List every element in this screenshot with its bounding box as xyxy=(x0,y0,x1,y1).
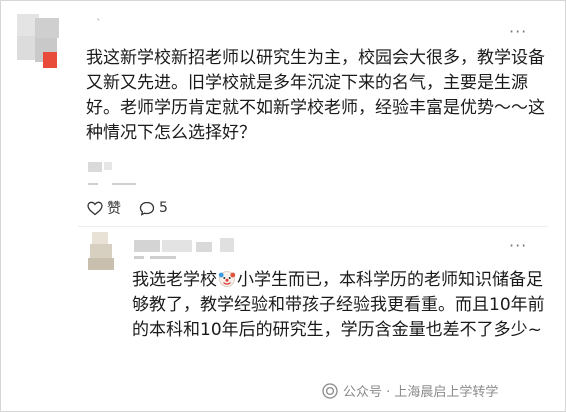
watermark-text: 公众号 · 上海晨启上学转学 xyxy=(343,385,499,400)
blurred-meta xyxy=(88,162,102,172)
post-author-name-blurred: ` xyxy=(96,17,102,30)
blurred-reply-meta xyxy=(134,256,144,259)
blurred-meta xyxy=(88,183,98,185)
watermark: 公众号 · 上海晨启上学转学 xyxy=(322,381,498,400)
reply-text-part-1: 我选老学校 xyxy=(132,270,217,290)
comment-bubble-icon xyxy=(139,201,155,216)
reply-author-avatar[interactable] xyxy=(86,232,122,270)
heart-outline-icon xyxy=(87,201,103,215)
like-label: 赞 xyxy=(107,201,121,217)
wechat-official-account-icon xyxy=(322,382,338,399)
comment-button[interactable]: 5 xyxy=(139,200,168,216)
blurred-meta xyxy=(112,183,136,185)
post-more-icon[interactable]: ··· xyxy=(509,22,527,41)
blurred-reply-name xyxy=(162,240,192,252)
blurred-reply-name xyxy=(196,242,212,252)
comment-count: 5 xyxy=(159,200,168,216)
post-author-avatar[interactable] xyxy=(17,14,59,68)
like-button[interactable]: 赞 xyxy=(87,198,121,218)
post-actions-bar: 赞 5 xyxy=(87,198,186,218)
blurred-reply-name xyxy=(220,238,234,252)
blurred-reply-meta xyxy=(150,256,176,259)
reply-body-text: 我选老学校 小学生而已，本科学历的老师知识储备足够教了，教学经验和带孩子经验我更… xyxy=(132,268,552,343)
reply-more-icon[interactable]: ··· xyxy=(509,236,527,255)
post-body-text: 我这新学校新招老师以研究生为主，校园会大很多，教学设备又新又先进。旧学校就是多年… xyxy=(86,48,545,143)
blurred-meta xyxy=(104,162,112,170)
blurred-reply-name xyxy=(134,240,160,252)
divider xyxy=(78,226,548,227)
clown-face-emoji-icon xyxy=(218,271,236,287)
